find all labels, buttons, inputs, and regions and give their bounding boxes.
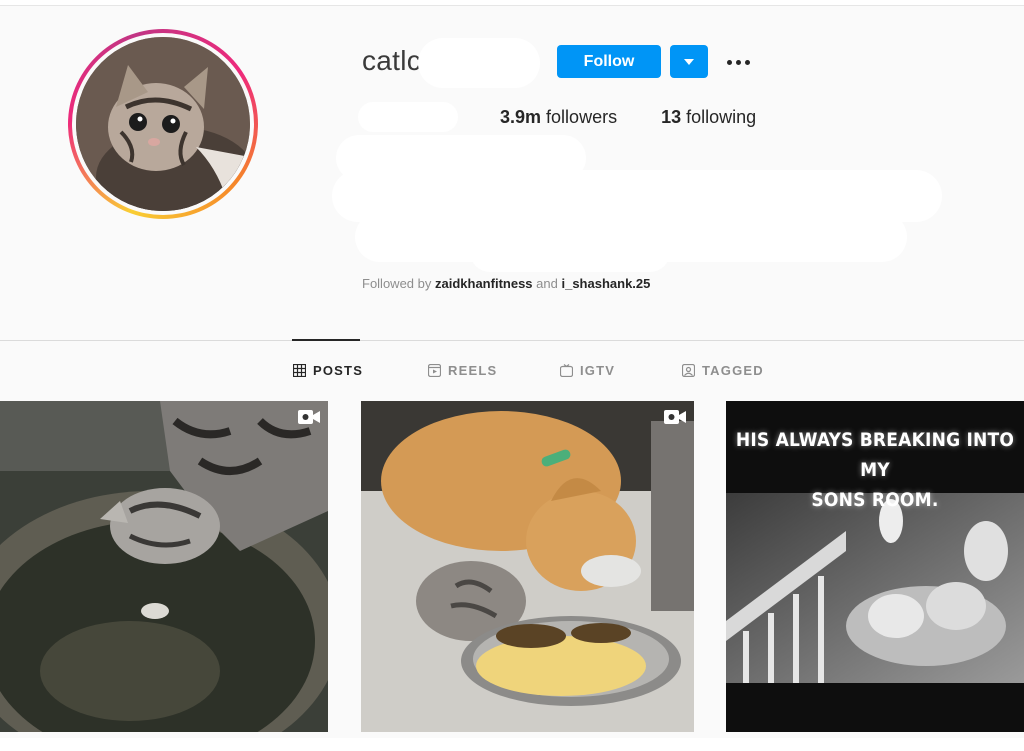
caption-line: SONS ROOM.	[811, 489, 939, 511]
followed-by-joiner: and	[536, 276, 558, 291]
profile-avatar-ring[interactable]	[68, 29, 258, 219]
followers-link[interactable]: 3.9m followers	[500, 107, 617, 128]
cat-drinking-image	[0, 401, 328, 732]
following-count: 13	[661, 107, 682, 127]
tab-posts[interactable]: POSTS	[293, 363, 363, 378]
grid-icon	[293, 364, 306, 377]
followers-label: followers	[546, 107, 618, 127]
video-icon	[664, 410, 686, 424]
redaction-mark	[358, 102, 458, 132]
tab-label: IGTV	[580, 363, 616, 378]
suggested-accounts-dropdown-button[interactable]	[670, 45, 708, 78]
caption-line: HIS ALWAYS BREAKING INTO MY	[735, 429, 1015, 481]
chevron-down-icon	[684, 58, 694, 65]
top-border	[0, 0, 1024, 6]
followers-count: 3.9m	[500, 107, 542, 127]
post-thumbnail[interactable]	[0, 401, 328, 732]
video-icon	[298, 410, 320, 424]
profile-stats: 3.9m followers 13 following	[500, 107, 756, 128]
post-thumbnail[interactable]: HIS ALWAYS BREAKING INTO MY SONS ROOM.	[726, 401, 1024, 732]
followed-by-text: Followed by zaidkhanfitness and i_shasha…	[362, 276, 650, 291]
avatar[interactable]	[76, 37, 250, 211]
tab-label: REELS	[448, 363, 498, 378]
tagged-icon	[682, 364, 695, 377]
followed-by-user-link[interactable]: zaidkhanfitness	[435, 276, 533, 291]
active-tab-indicator	[292, 339, 360, 341]
tab-label: POSTS	[313, 363, 364, 378]
tab-label: TAGGED	[702, 363, 764, 378]
followed-by-user-link[interactable]: i_shashank.25	[561, 276, 650, 291]
followed-by-prefix: Followed by	[362, 276, 432, 291]
tabs-divider	[0, 340, 1024, 341]
follow-button[interactable]: Follow	[557, 45, 661, 78]
more-dots-icon	[726, 59, 732, 65]
puppy-and-kitten-eating-image	[361, 401, 694, 732]
igtv-icon	[560, 364, 573, 377]
following-link[interactable]: 13 following	[661, 107, 756, 128]
tab-reels[interactable]: REELS	[428, 363, 497, 378]
more-dot	[735, 59, 741, 65]
following-label: following	[686, 107, 757, 127]
kitten-avatar-image	[76, 37, 250, 211]
more-dot	[744, 59, 750, 65]
redaction-mark	[418, 38, 540, 88]
tab-igtv[interactable]: IGTV	[560, 363, 615, 378]
profile-username: catlc	[362, 45, 422, 76]
reels-icon	[428, 364, 441, 377]
redaction-mark	[470, 232, 670, 272]
bottom-border	[0, 738, 1024, 751]
post-caption: HIS ALWAYS BREAKING INTO MY SONS ROOM.	[726, 425, 1024, 515]
tab-tagged[interactable]: TAGGED	[682, 363, 764, 378]
more-options-button[interactable]	[722, 52, 754, 72]
post-thumbnail[interactable]	[361, 401, 694, 732]
